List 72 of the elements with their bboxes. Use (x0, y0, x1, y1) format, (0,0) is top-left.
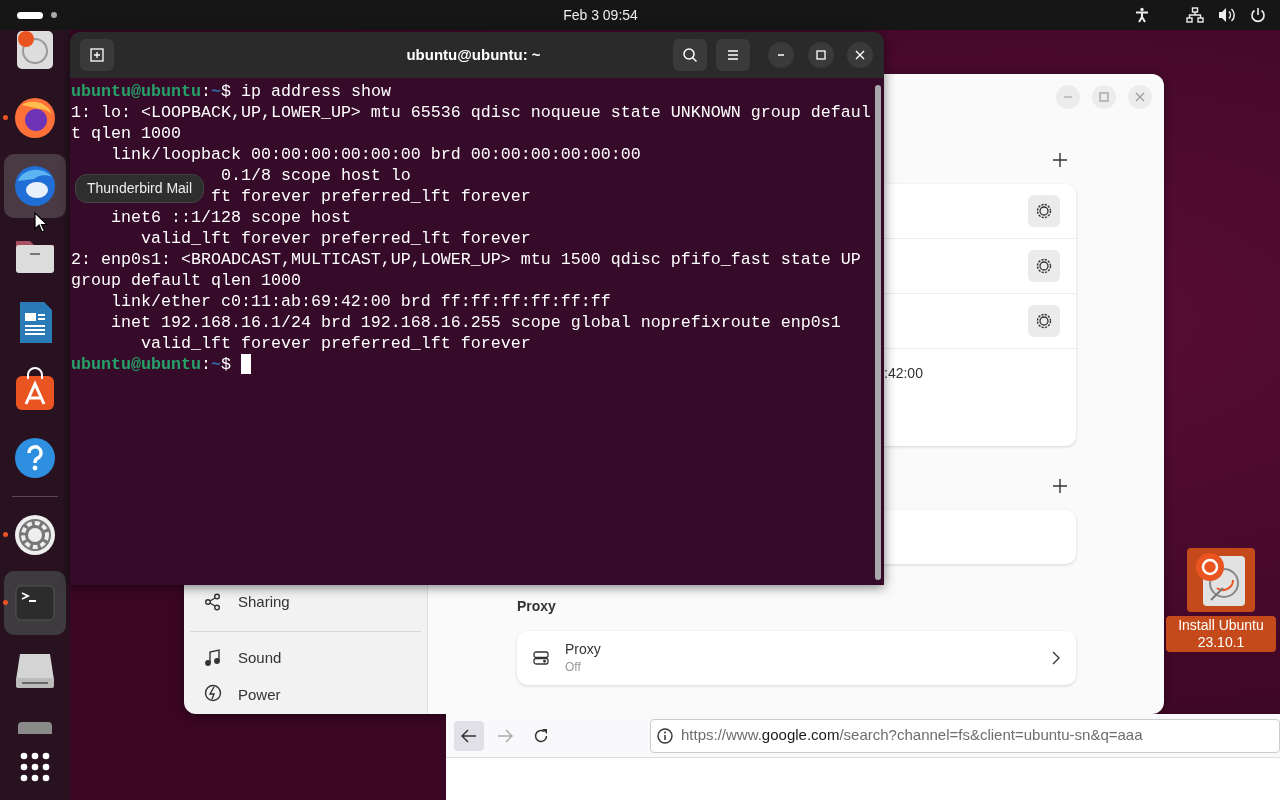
back-arrow-icon (461, 728, 477, 743)
network-icon[interactable] (1186, 7, 1204, 23)
terminal-output: valid_lft forever preferred_lft forever (140, 228, 531, 249)
proxy-status: Off (565, 659, 581, 674)
terminal-output: inet 192.168.16.1/24 brd 192.168.16.255 scope global noprefixroute enp0s1 (111, 312, 841, 333)
maximize-icon (816, 50, 826, 60)
sidebar-item[interactable]: Sharing (190, 584, 421, 620)
terminal-output: group default qlen 1000 (71, 270, 301, 291)
power-icon[interactable] (1250, 7, 1266, 23)
settings-button[interactable] (1028, 305, 1060, 337)
maximize-button[interactable] (808, 42, 834, 68)
back-button[interactable] (454, 720, 484, 751)
close-icon (855, 50, 865, 60)
close-button[interactable] (847, 42, 873, 68)
help-icon[interactable] (12, 435, 58, 481)
settings-icon (1035, 202, 1053, 220)
chevron-right-icon (1052, 651, 1060, 665)
sidebar-item[interactable]: Sound (190, 640, 421, 676)
search-icon (682, 47, 698, 63)
accessibility-icon[interactable] (1134, 7, 1150, 23)
gear-icon[interactable] (12, 512, 58, 558)
terminal-output: valid_lft forever preferred_lft forever (140, 333, 531, 354)
sidebar-item[interactable]: Power (190, 676, 421, 714)
prompt-line: ubuntu@ubuntu:~$ (71, 354, 231, 375)
share-icon (204, 593, 222, 611)
thunderbird-icon[interactable] (12, 163, 58, 209)
terminal-output: ft forever preferred_lft forever (210, 186, 531, 207)
plus-icon (1053, 153, 1067, 167)
terminal-output: inet6 ::1/128 scope host (111, 207, 351, 228)
minimize-icon (777, 54, 785, 56)
proxy-title: Proxy (565, 640, 601, 657)
firefox-icon[interactable] (12, 95, 58, 141)
url-text: https://www.google.com/search?channel=fs&client=ubuntu-sn&q=aaa (681, 725, 1143, 746)
terminal-output: link/loopback 00:00:00:00:00:00 brd 00:00:00:00:00:00 (111, 144, 641, 165)
settings-icon (1035, 312, 1053, 330)
tooltip: Thunderbird Mail (75, 174, 205, 203)
workspace-indicator-icon[interactable] (17, 11, 57, 19)
menu-button[interactable] (716, 39, 750, 71)
prompt-line: ubuntu@ubuntu:~$ ip address show (71, 81, 391, 102)
music-note-icon (204, 649, 222, 667)
desktop-icon-label[interactable]: Install Ubuntu 23.10.1 (1166, 616, 1276, 652)
search-button[interactable] (673, 39, 707, 71)
new-tab-button[interactable] (80, 39, 114, 71)
terminal-output: t qlen 1000 (71, 123, 181, 144)
settings-icon (1035, 257, 1053, 275)
mouse-pointer-icon (34, 212, 48, 233)
hardware-address: :42:00 (884, 365, 923, 381)
address-bar[interactable]: https://www.google.com/search?channel=fs&client=ubuntu-sn&q=aaa (650, 718, 1280, 753)
minimize-icon (1063, 96, 1073, 98)
plus-icon (1053, 479, 1067, 493)
scrollbar[interactable] (875, 85, 881, 580)
terminal-output: 1: lo: <LOOPBACK,UP,LOWER_UP> mtu 65536 qdisc noqueue state UNKNOWN group defaul (71, 102, 871, 123)
server-icon (533, 650, 549, 666)
new-tab-icon (90, 48, 104, 62)
terminal-output: link/ether c0:11:ab:69:42:00 brd ff:ff:ff:ff:ff:ff (111, 291, 611, 312)
settings-button[interactable] (1028, 195, 1060, 227)
forward-arrow-icon (497, 728, 513, 743)
reload-icon (533, 727, 549, 744)
terminal-output: 2: enp0s1: <BROADCAST,MULTICAST,UP,LOWER_UP> mtu 1500 qdisc pfifo_fast state UP (71, 249, 861, 270)
info-icon[interactable] (657, 727, 673, 744)
lightning-icon (204, 684, 222, 702)
clock[interactable]: Feb 3 09:54 (563, 4, 638, 26)
terminal-output: 0.1/8 scope host lo (220, 165, 411, 186)
window-title: ubuntu@ubuntu: ~ (406, 44, 541, 65)
maximize-icon (1099, 92, 1109, 102)
close-icon (1135, 92, 1145, 102)
apps-grid-icon[interactable] (19, 751, 51, 783)
proxy-row[interactable]: Proxy Off (517, 631, 1076, 685)
menu-icon (726, 49, 740, 61)
volume-icon[interactable] (1218, 7, 1236, 23)
settings-button[interactable] (1028, 250, 1060, 282)
section-heading: Proxy (517, 598, 556, 614)
